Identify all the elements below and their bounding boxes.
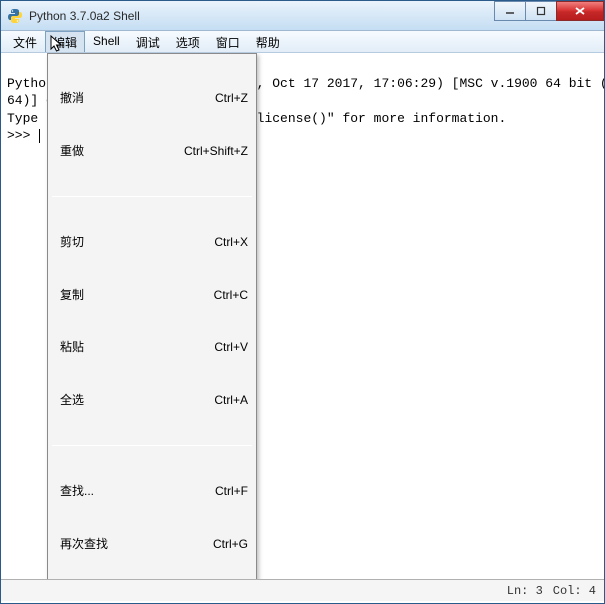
menu-bar: 文件 编辑 Shell 调试 选项 窗口 帮助 (1, 31, 604, 53)
menu-item-shortcut: Ctrl+C (214, 287, 248, 303)
menu-item-label: 全选 (60, 392, 214, 408)
maximize-button[interactable] (525, 1, 557, 21)
menu-find-again[interactable]: 再次查找 Ctrl+G (50, 534, 254, 554)
status-line: Ln: 3 (507, 584, 543, 598)
minimize-button[interactable] (494, 1, 526, 21)
menu-help[interactable]: 帮助 (248, 31, 288, 52)
menu-edit[interactable]: 编辑 (45, 31, 85, 52)
menu-item-shortcut: Ctrl+Z (215, 90, 248, 106)
menu-item-shortcut: Ctrl+A (214, 392, 248, 408)
menu-separator (52, 445, 252, 446)
menu-copy[interactable]: 复制 Ctrl+C (50, 285, 254, 305)
menu-options[interactable]: 选项 (168, 31, 208, 52)
shell-editor[interactable]: Python 3.7.0a2 (v3.7.0a2:f7ac4fe, Oct 17… (1, 53, 604, 579)
title-bar: Python 3.7.0a2 Shell (1, 1, 604, 31)
window-controls (495, 1, 604, 21)
menu-item-label: 复制 (60, 287, 214, 303)
menu-undo[interactable]: 撤消 Ctrl+Z (50, 88, 254, 108)
menu-item-shortcut: Ctrl+V (214, 339, 248, 355)
menu-shell[interactable]: Shell (85, 31, 128, 52)
menu-window[interactable]: 窗口 (208, 31, 248, 52)
menu-item-shortcut: Ctrl+Shift+Z (184, 143, 248, 159)
menu-find[interactable]: 查找... Ctrl+F (50, 481, 254, 501)
edit-dropdown: 撤消 Ctrl+Z 重做 Ctrl+Shift+Z 剪切 Ctrl+X 复制 C… (47, 53, 257, 579)
status-column: Col: 4 (553, 584, 596, 598)
menu-file[interactable]: 文件 (5, 31, 45, 52)
menu-item-label: 再次查找 (60, 536, 213, 552)
menu-paste[interactable]: 粘贴 Ctrl+V (50, 337, 254, 357)
close-button[interactable] (556, 1, 604, 21)
menu-item-label: 剪切 (60, 234, 214, 250)
menu-select-all[interactable]: 全选 Ctrl+A (50, 390, 254, 410)
menu-redo[interactable]: 重做 Ctrl+Shift+Z (50, 141, 254, 161)
shell-prompt: >>> (7, 128, 38, 143)
menu-cut[interactable]: 剪切 Ctrl+X (50, 233, 254, 253)
python-icon (7, 8, 23, 24)
status-bar: Ln: 3 Col: 4 (1, 579, 604, 601)
menu-item-label: 粘贴 (60, 339, 214, 355)
menu-item-shortcut: Ctrl+G (213, 536, 248, 552)
menu-item-shortcut: Ctrl+F (215, 483, 248, 499)
text-cursor (39, 129, 40, 143)
menu-item-shortcut: Ctrl+X (214, 234, 248, 250)
menu-item-label: 重做 (60, 143, 184, 159)
menu-debug[interactable]: 调试 (128, 31, 168, 52)
menu-separator (52, 196, 252, 197)
menu-item-label: 撤消 (60, 90, 215, 106)
menu-item-label: 查找... (60, 483, 215, 499)
